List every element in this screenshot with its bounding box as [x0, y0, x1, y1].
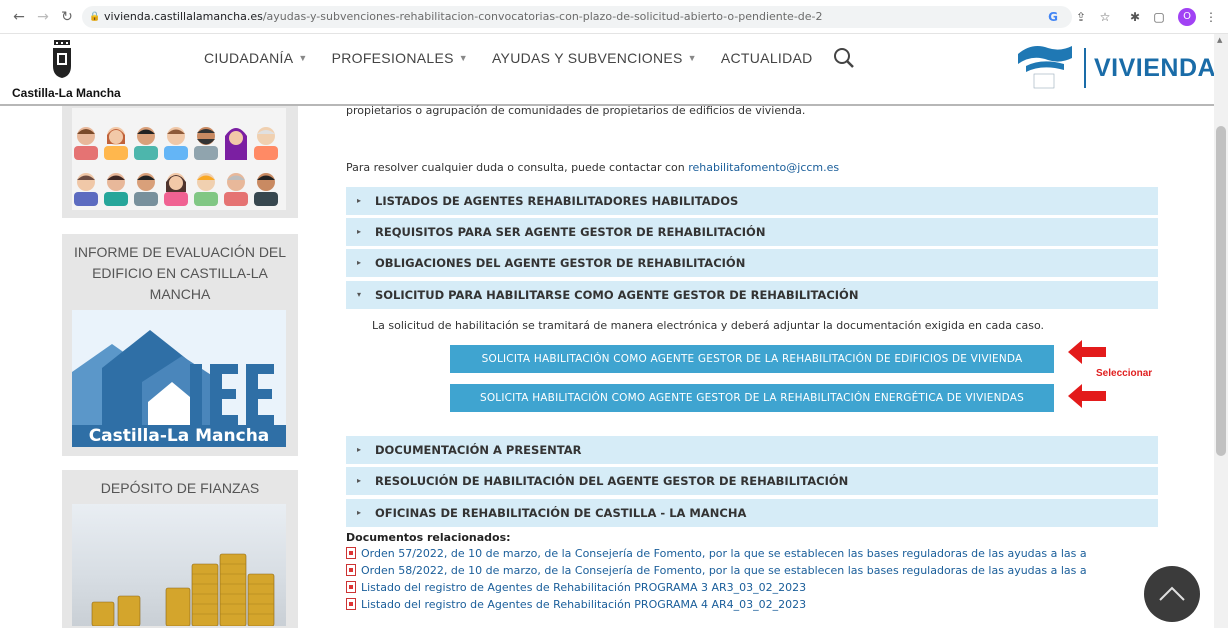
contact-email-link[interactable]: rehabilitafomento@jccm.es: [688, 161, 839, 174]
seleccionar-annotation: Seleccionar: [1096, 368, 1153, 379]
menu-actualidad-label: ACTUALIDAD: [720, 50, 813, 66]
doc-link-label: Listado del registro de Agentes de Rehab…: [361, 598, 807, 611]
accordion-label: OFICINAS DE REHABILITACIÓN DE CASTILLA -…: [375, 506, 747, 520]
accordion-label: SOLICITUD PARA HABILITARSE COMO AGENTE G…: [375, 288, 859, 302]
solicitud-description: La solicitud de habilitación se tramitar…: [372, 319, 1044, 332]
accordion-label: REQUISITOS PARA SER AGENTE GESTOR DE REH…: [375, 225, 766, 239]
pdf-icon: [346, 598, 356, 610]
menu-ciudadania[interactable]: CIUDADANÍA ▼: [204, 50, 308, 66]
accordion-label: OBLIGACIONES DEL AGENTE GESTOR DE REHABI…: [375, 256, 746, 270]
back-arrow-icon[interactable]: ←: [10, 8, 28, 26]
clm-logo[interactable]: Castilla-La Mancha: [12, 40, 121, 104]
accordion-label: DOCUMENTACIÓN A PRESENTAR: [375, 443, 582, 457]
coat-of-arms-icon: [53, 40, 71, 78]
accordion-label: RESOLUCIÓN DE HABILITACIÓN DEL AGENTE GE…: [375, 474, 849, 488]
coins-image[interactable]: [72, 504, 286, 626]
doc-link-label: Listado del registro de Agentes de Rehab…: [361, 581, 807, 594]
iee-banner-image[interactable]: Castilla-La Mancha: [72, 310, 286, 447]
reload-icon[interactable]: ↻: [58, 8, 76, 26]
sidepanel-icon[interactable]: ▢: [1150, 8, 1168, 26]
chevron-right-icon: ▸: [357, 445, 362, 454]
solicita-energetica-button[interactable]: SOLICITA HABILITACIÓN COMO AGENTE GESTOR…: [450, 384, 1054, 412]
scroll-thumb[interactable]: [1216, 126, 1226, 456]
doc-link-label: Orden 58/2022, de 10 de marzo, de la Con…: [361, 564, 1087, 577]
menu-profesionales[interactable]: PROFESIONALES ▼: [332, 50, 468, 66]
doc-link[interactable]: Orden 58/2022, de 10 de marzo, de la Con…: [346, 564, 1087, 577]
doc-link[interactable]: Listado del registro de Agentes de Rehab…: [346, 581, 806, 594]
contact-text: Para resolver cualquier duda o consulta,…: [346, 161, 839, 174]
back-to-top-button[interactable]: [1144, 566, 1200, 622]
solicita-edificios-button[interactable]: SOLICITA HABILITACIÓN COMO AGENTE GESTOR…: [450, 345, 1054, 373]
extensions-icon[interactable]: ✱: [1126, 8, 1144, 26]
main-menu: CIUDADANÍA ▼ PROFESIONALES ▼ AYUDAS Y SUBV…: [204, 48, 855, 68]
doc-link[interactable]: Orden 57/2022, de 10 de marzo, de la Con…: [346, 547, 1087, 560]
url-host: vivienda.castillalamancha.es: [104, 10, 263, 23]
profile-avatar[interactable]: O: [1178, 8, 1196, 26]
chevron-right-icon: ▸: [357, 476, 362, 485]
intro-text: propietarios o agrupación de comunidades…: [346, 104, 806, 117]
docs-title: Documentos relacionados:: [346, 531, 511, 544]
browser-menu-icon[interactable]: ⋮: [1202, 8, 1220, 26]
scroll-up-icon[interactable]: ▲: [1217, 36, 1222, 44]
accordion-solicitud[interactable]: ▾ SOLICITUD PARA HABILITARSE COMO AGENTE…: [346, 281, 1158, 310]
browser-toolbar: ← → ↻ 🔒 vivienda.castillalamancha.es/ayu…: [0, 0, 1228, 34]
menu-ayudas[interactable]: AYUDAS Y SUBVENCIONES ▼: [492, 50, 697, 66]
coin-stacks-icon: [91, 553, 275, 626]
share-icon[interactable]: ⇪: [1072, 8, 1090, 26]
address-bar[interactable]: 🔒 vivienda.castillalamancha.es/ayudas-y-…: [82, 6, 1072, 28]
iee-card-title: INFORME DE EVALUACIÓN DEL EDIFICIO EN CA…: [73, 244, 287, 302]
vivienda-logo[interactable]: VIVIENDA: [1012, 38, 1216, 98]
accordion-resolucion[interactable]: ▸ RESOLUCIÓN DE HABILITACIÓN DEL AGENTE …: [346, 467, 1158, 496]
chevron-right-icon: ▸: [357, 508, 362, 517]
logo-separator: [1084, 48, 1086, 88]
chevron-right-icon: ▸: [357, 196, 362, 205]
vivienda-emblem-icon: [1018, 46, 1072, 89]
clm-logo-text: Castilla-La Mancha: [12, 86, 121, 100]
chevron-up-icon: [1159, 586, 1185, 601]
accordion-listados[interactable]: ▸ LISTADOS DE AGENTES REHABILITADORES HA…: [346, 187, 1158, 216]
chevron-right-icon: ▸: [357, 227, 362, 236]
menu-profesionales-label: PROFESIONALES: [331, 50, 454, 66]
lock-icon: 🔒: [89, 12, 101, 22]
accordion-oficinas[interactable]: ▸ OFICINAS DE REHABILITACIÓN DE CASTILLA…: [346, 499, 1158, 528]
people-faces-icon: [72, 108, 286, 210]
bookmark-star-icon[interactable]: ☆: [1096, 8, 1114, 26]
accordion-solicitud-body: La solicitud de habilitación se tramitar…: [346, 310, 1158, 438]
caret-down-icon: ▼: [687, 53, 697, 63]
search-icon[interactable]: [833, 47, 855, 69]
menu-ciudadania-label: CIUDADANÍA: [204, 50, 294, 66]
fianzas-card-title: DEPÓSITO DE FIANZAS: [100, 480, 260, 496]
site-header: Castilla-La Mancha CIUDADANÍA ▼ PROFESION…: [0, 34, 1216, 106]
people-illustration[interactable]: [72, 108, 286, 210]
pdf-icon: [346, 581, 356, 593]
accordion-requisitos[interactable]: ▸ REQUISITOS PARA SER AGENTE GESTOR DE R…: [346, 218, 1158, 247]
accordion-documentacion[interactable]: ▸ DOCUMENTACIÓN A PRESENTAR: [346, 436, 1158, 465]
pdf-icon: [346, 547, 356, 559]
caret-down-icon: ▼: [458, 53, 468, 63]
menu-actualidad[interactable]: ACTUALIDAD: [721, 50, 813, 66]
page-scrollbar[interactable]: ▲: [1214, 34, 1228, 628]
red-arrow-icon: [1068, 384, 1106, 408]
chevron-right-icon: ▸: [357, 258, 362, 267]
accordion-obligaciones[interactable]: ▸ OBLIGACIONES DEL AGENTE GESTOR DE REHA…: [346, 249, 1158, 278]
caret-down-icon: ▼: [298, 53, 308, 63]
contact-label: Para resolver cualquier duda o consulta,…: [346, 161, 689, 174]
doc-link-label: Orden 57/2022, de 10 de marzo, de la Con…: [361, 547, 1087, 560]
forward-arrow-icon[interactable]: →: [34, 8, 52, 26]
google-icon[interactable]: G: [1044, 8, 1062, 26]
vivienda-brand-text: VIVIENDA: [1094, 54, 1217, 82]
pdf-icon: [346, 564, 356, 576]
doc-link[interactable]: Listado del registro de Agentes de Rehab…: [346, 598, 806, 611]
red-arrow-icon: [1068, 340, 1106, 364]
menu-ayudas-label: AYUDAS Y SUBVENCIONES: [491, 50, 683, 66]
iee-banner-text: Castilla-La Mancha: [72, 425, 286, 447]
url-path: /ayudas-y-subvenciones-rehabilitacion-co…: [262, 10, 823, 23]
chevron-down-icon: ▾: [357, 290, 362, 299]
accordion-label: LISTADOS DE AGENTES REHABILITADORES HABI…: [375, 194, 739, 208]
